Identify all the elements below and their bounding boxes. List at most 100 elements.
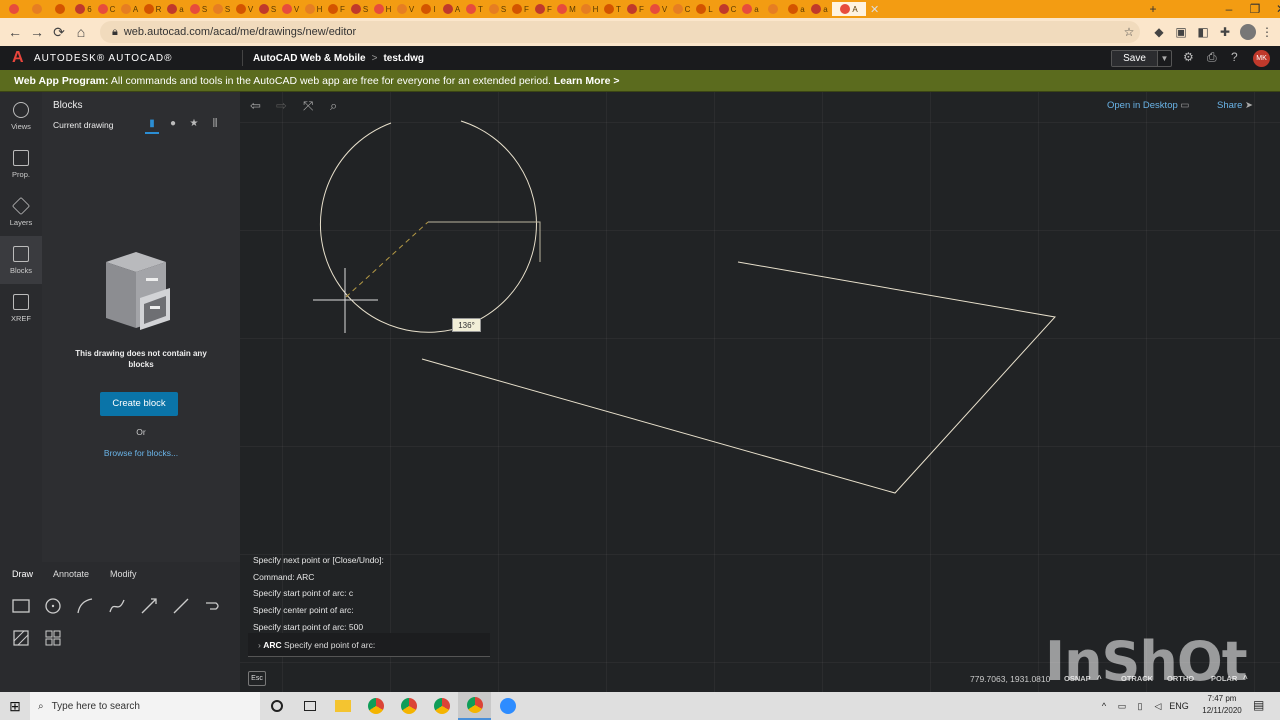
rail-item-layers[interactable]: Layers <box>0 188 42 236</box>
minimize-button[interactable]: – <box>1216 2 1242 16</box>
arc-tool-icon[interactable] <box>74 595 96 617</box>
browse-blocks-link[interactable]: Browse for blocks... <box>42 448 240 458</box>
forward-arrow-icon[interactable]: → <box>26 24 48 40</box>
browser-tab[interactable]: S <box>487 2 508 16</box>
browser-tab[interactable]: 6 <box>73 2 94 16</box>
tab-modify[interactable]: Modify <box>110 569 137 579</box>
chrome-icon[interactable] <box>458 692 491 720</box>
browser-tab[interactable]: A <box>441 2 462 16</box>
browser-tab[interactable] <box>4 2 25 16</box>
chrome-icon[interactable] <box>359 692 392 720</box>
browser-tab[interactable]: S <box>211 2 232 16</box>
rectangle-tool-icon[interactable] <box>10 595 32 617</box>
browser-tab[interactable]: A <box>119 2 140 16</box>
redo-icon[interactable]: ⇨ <box>276 98 287 114</box>
star-icon[interactable]: ☆ <box>1118 25 1140 39</box>
browser-tab[interactable]: H <box>579 2 600 16</box>
task-view-icon[interactable] <box>293 692 326 720</box>
chrome-icon[interactable] <box>392 692 425 720</box>
battery-icon[interactable]: ▯ <box>1131 701 1149 712</box>
save-button[interactable]: Save ▼ <box>1111 50 1172 67</box>
windows-start-icon[interactable]: ⊞ <box>0 698 30 715</box>
browser-tab[interactable]: R <box>142 2 163 16</box>
browser-tab[interactable]: S <box>349 2 370 16</box>
taskbar-search[interactable]: ⌕ Type here to search <box>30 692 260 720</box>
browser-tab[interactable]: T <box>602 2 623 16</box>
browser-tab[interactable]: H <box>303 2 324 16</box>
language-indicator[interactable]: ENG <box>1167 701 1191 711</box>
home-icon[interactable]: ⌂ <box>70 24 92 40</box>
browser-tab[interactable]: L <box>694 2 715 16</box>
line-tool-icon[interactable] <box>170 595 192 617</box>
browser-tab[interactable]: V <box>234 2 255 16</box>
browser-tab[interactable]: A <box>832 2 866 16</box>
rail-item-xref[interactable]: XREF <box>0 284 42 332</box>
tab-draw[interactable]: Draw <box>12 569 33 579</box>
browser-tab[interactable]: C <box>671 2 692 16</box>
open-in-desktop-link[interactable]: Open in Desktop ▭ <box>1107 100 1189 111</box>
browser-tab[interactable]: F <box>625 2 646 16</box>
command-line-input[interactable]: › ARC Specify end point of arc: <box>248 633 490 657</box>
close-tab-icon[interactable]: ✕ <box>870 3 879 16</box>
gear-icon[interactable]: ⚙ <box>1183 50 1194 64</box>
back-arrow-icon[interactable]: ← <box>4 24 26 40</box>
extension-icon[interactable]: ◆ <box>1148 25 1170 39</box>
zoom-extents-icon[interactable]: ⤧ <box>303 98 313 114</box>
volume-icon[interactable]: ◁ <box>1149 701 1167 712</box>
undo-icon[interactable]: ⇦ <box>250 98 261 114</box>
array-tool-icon[interactable] <box>42 627 64 649</box>
ray-tool-icon[interactable] <box>138 595 160 617</box>
cortana-icon[interactable] <box>260 692 293 720</box>
chevron-up-icon[interactable]: ^ <box>1095 701 1113 711</box>
chrome-icon[interactable] <box>425 692 458 720</box>
browser-tab[interactable]: M <box>556 2 577 16</box>
menu-icon[interactable]: ⋮ <box>1256 25 1278 39</box>
maximize-button[interactable]: ❐ <box>1242 2 1268 16</box>
help-icon[interactable]: ? <box>1231 50 1238 64</box>
tab-annotate[interactable]: Annotate <box>53 569 89 579</box>
library-icon[interactable]: ⫼ <box>208 118 222 129</box>
profile-avatar[interactable] <box>1240 24 1256 40</box>
reload-icon[interactable]: ⟳ <box>48 24 70 41</box>
zoom-window-icon[interactable]: ⌕ <box>330 98 337 114</box>
browser-tab[interactable]: F <box>533 2 554 16</box>
browser-tab[interactable]: V <box>280 2 301 16</box>
puzzle-icon[interactable]: ✚ <box>1214 25 1236 39</box>
browser-tab[interactable]: a <box>786 2 807 16</box>
taskbar-clock[interactable]: 7:47 pm 12/11/2020 <box>1200 693 1244 717</box>
browser-tab[interactable]: T <box>464 2 485 16</box>
extension-icon[interactable]: ◧ <box>1192 25 1214 39</box>
breadcrumb-app[interactable]: AutoCAD Web & Mobile <box>253 53 366 64</box>
file-explorer-icon[interactable] <box>326 692 359 720</box>
user-avatar[interactable]: MK <box>1253 50 1270 67</box>
rail-item-views[interactable]: Views <box>0 92 42 140</box>
new-tab-button[interactable]: + <box>1140 2 1166 16</box>
browser-tab[interactable]: S <box>188 2 209 16</box>
recent-icon[interactable]: ● <box>166 118 180 129</box>
rail-item-blocks[interactable]: Blocks <box>0 236 42 284</box>
network-icon[interactable]: ▭ <box>1113 701 1131 712</box>
extension-icon[interactable]: ▣ <box>1170 25 1192 39</box>
browser-tab[interactable]: a <box>809 2 830 16</box>
close-window-button[interactable]: ✕ <box>1268 2 1280 16</box>
browser-tab[interactable]: S <box>257 2 278 16</box>
zoom-app-icon[interactable] <box>491 692 524 720</box>
escape-button[interactable]: Esc <box>248 671 266 686</box>
browser-tab[interactable] <box>50 2 71 16</box>
address-bar[interactable]: 🔒︎ web.autocad.com/acad/me/drawings/new/e… <box>100 21 1140 43</box>
learn-more-link[interactable]: Learn More > <box>554 75 620 87</box>
browser-tab[interactable]: F <box>326 2 347 16</box>
browser-tab[interactable] <box>763 2 784 16</box>
browser-tab[interactable]: C <box>96 2 117 16</box>
browser-tab[interactable]: F <box>510 2 531 16</box>
notification-icon[interactable]: ▤ <box>1253 698 1264 712</box>
browser-tab[interactable]: I <box>418 2 439 16</box>
circle-tool-icon[interactable] <box>42 595 64 617</box>
browser-tab[interactable] <box>27 2 48 16</box>
hatch-tool-icon[interactable] <box>10 627 32 649</box>
document-icon[interactable]: ▮ <box>145 118 159 129</box>
polyline-tool-icon[interactable] <box>202 595 224 617</box>
browser-tab[interactable]: a <box>165 2 186 16</box>
chevron-down-icon[interactable]: ▼ <box>1157 51 1171 66</box>
browser-tab[interactable]: a <box>740 2 761 16</box>
